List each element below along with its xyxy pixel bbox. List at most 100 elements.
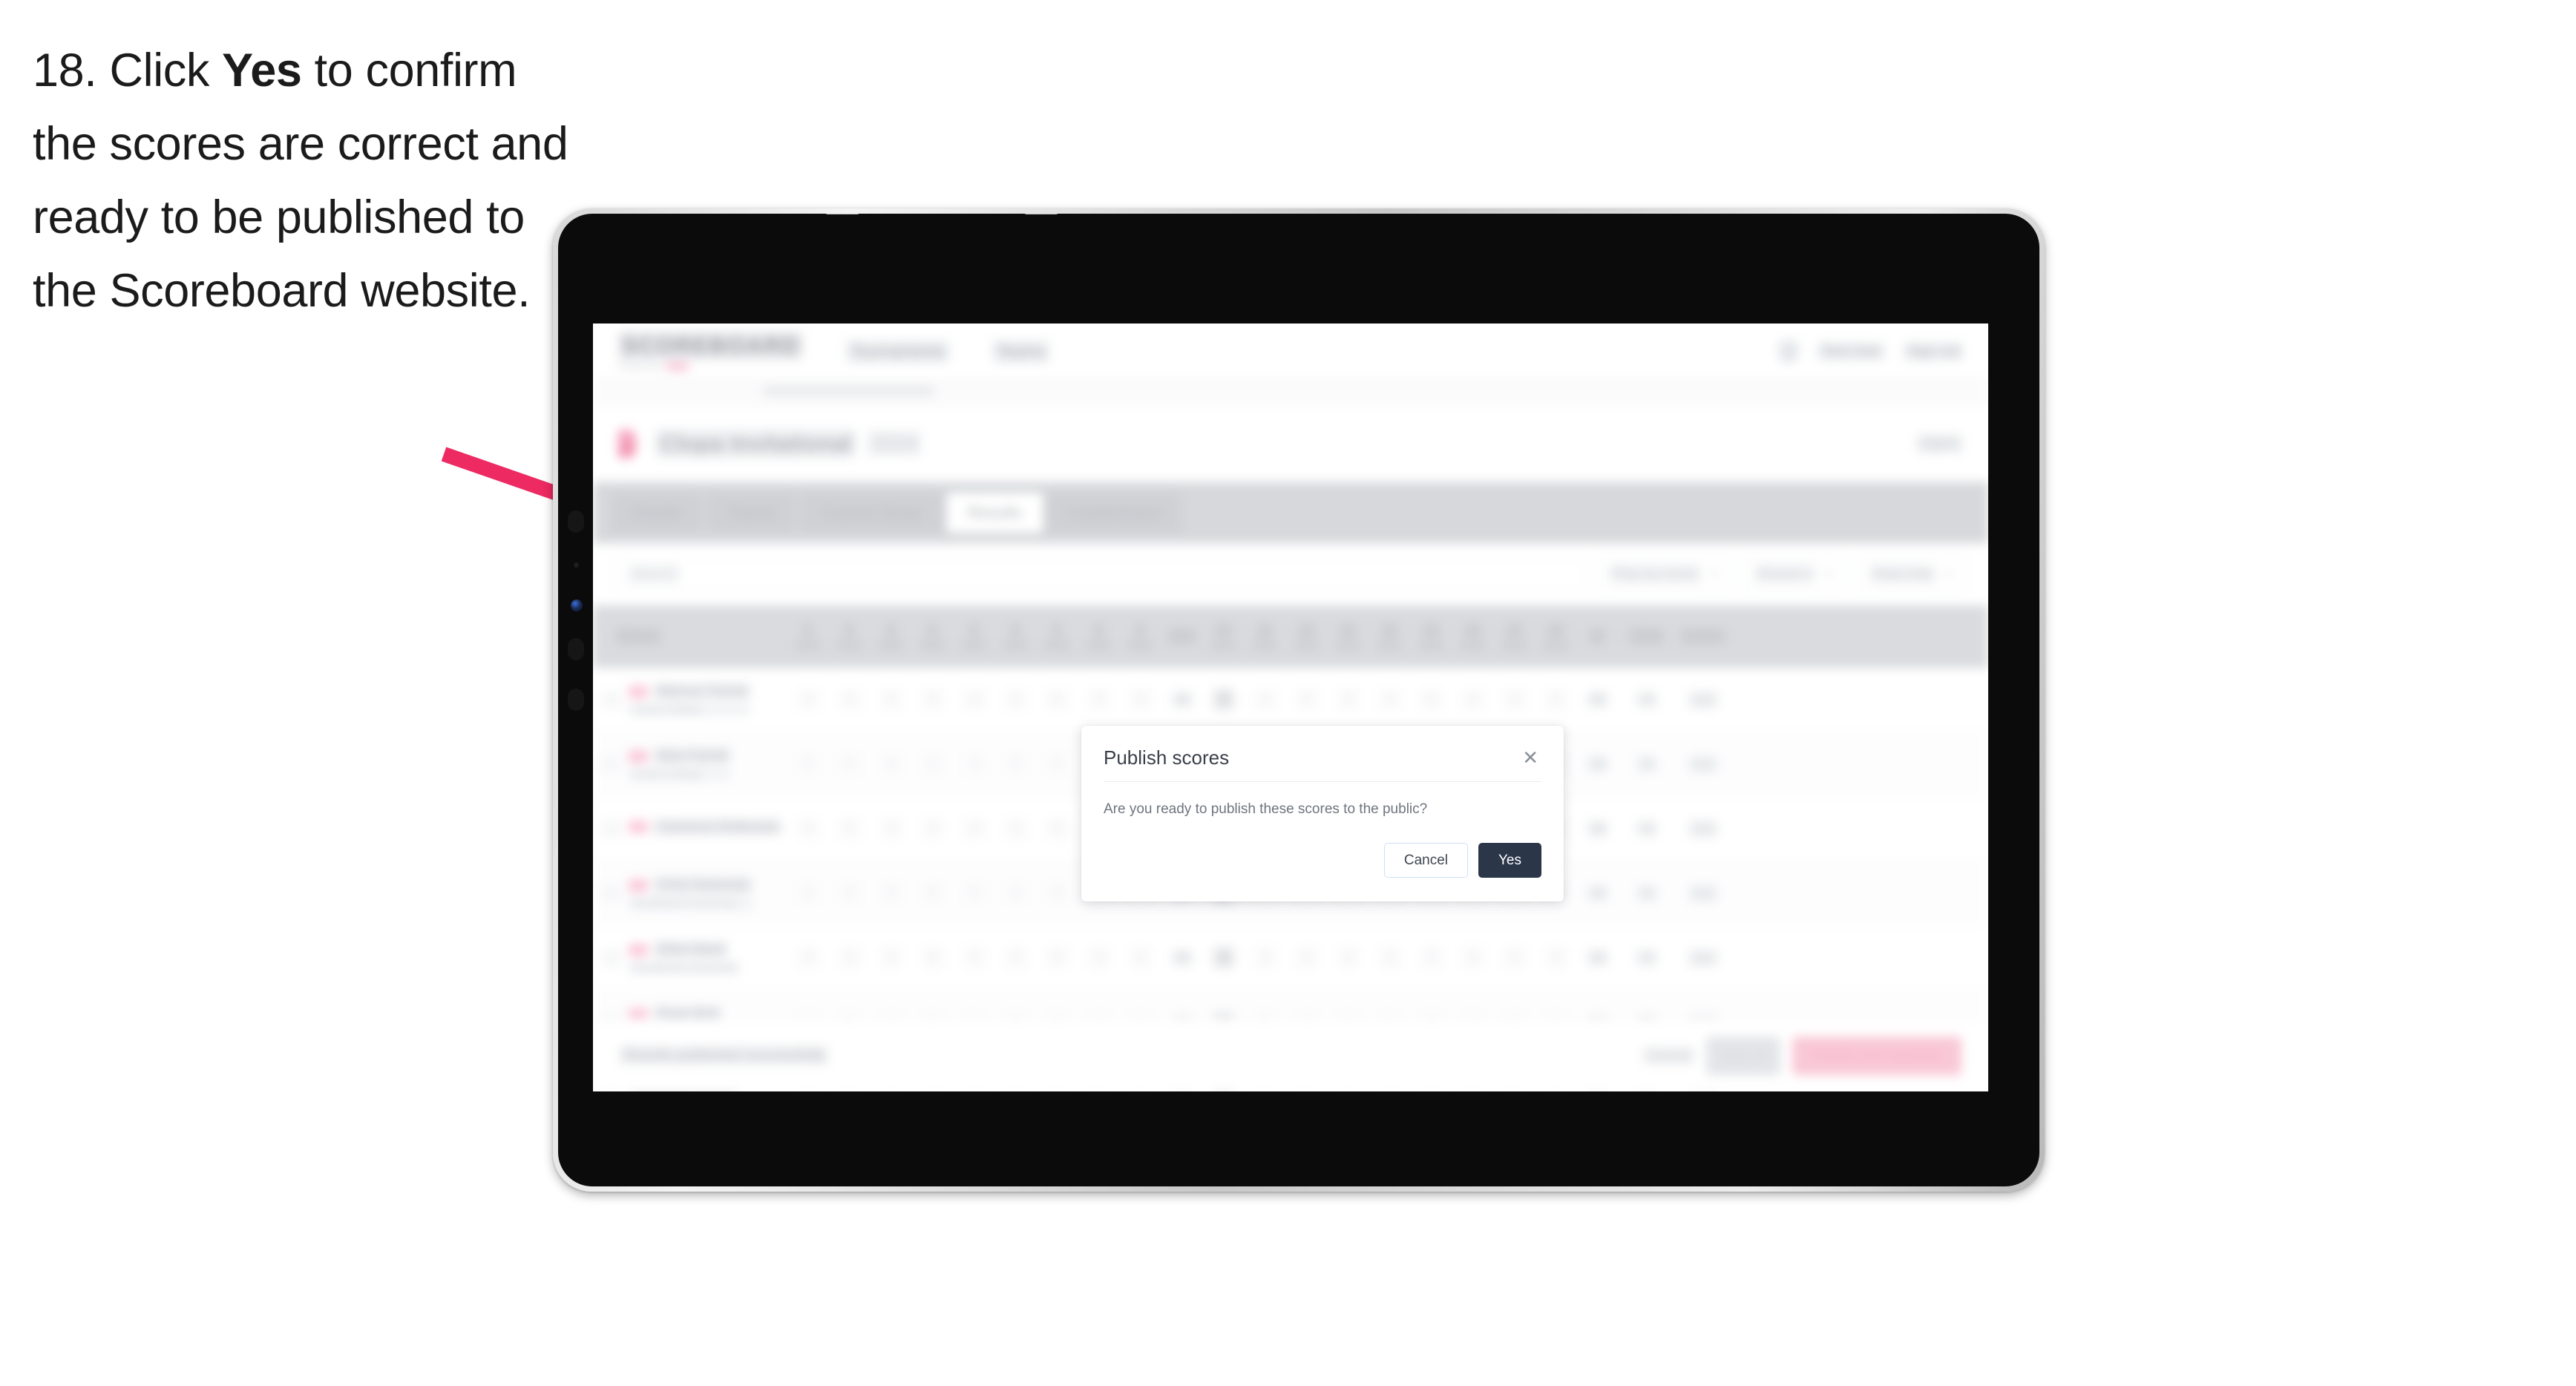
- row-action-cell[interactable]: Edit: [1675, 861, 1731, 925]
- score-cell[interactable]: 5: [787, 732, 829, 796]
- score-cell[interactable]: 3: [1120, 668, 1161, 732]
- row-checkbox[interactable]: [603, 950, 620, 966]
- score-cell[interactable]: 4: [787, 668, 829, 732]
- tab-course-setup[interactable]: Course Setup: [801, 493, 943, 533]
- score-cell[interactable]: 4: [871, 732, 912, 796]
- score-cell[interactable]: 5: [1286, 926, 1328, 990]
- nav-link-teams[interactable]: Teams: [992, 340, 1049, 363]
- score-cell[interactable]: 4: [912, 797, 954, 861]
- save-all-button[interactable]: Save all: [1705, 1036, 1780, 1075]
- score-cell[interactable]: 4: [1037, 732, 1078, 796]
- score-cell[interactable]: 5: [1286, 668, 1328, 732]
- score-cell[interactable]: 3: [829, 926, 871, 990]
- score-cell[interactable]: 4: [995, 668, 1037, 732]
- score-cell[interactable]: 3: [1536, 926, 1577, 990]
- publish-unpublish-button[interactable]: Publish and unpublish: [1792, 1036, 1962, 1075]
- score-cell[interactable]: 4: [1536, 668, 1577, 732]
- row-checkbox[interactable]: [603, 756, 620, 772]
- score-cell[interactable]: 5: [829, 797, 871, 861]
- score-cell[interactable]: 4: [1328, 926, 1369, 990]
- row-action-cell[interactable]: Edit: [1675, 668, 1731, 732]
- score-cell[interactable]: 5: [871, 861, 912, 925]
- score-cell[interactable]: 5: [1411, 668, 1452, 732]
- country-flag-icon: [629, 878, 648, 892]
- tab-teams[interactable]: Teams: [707, 493, 797, 533]
- tab-leaderboard[interactable]: Leaderboard: [1046, 493, 1182, 533]
- filter-play-by-score[interactable]: Play by score: [1596, 556, 1731, 592]
- row-checkbox[interactable]: [603, 821, 620, 837]
- score-cell[interactable]: 3: [871, 797, 912, 861]
- score-cell[interactable]: 5: [1037, 926, 1078, 990]
- tab-details[interactable]: Details: [611, 493, 703, 533]
- score-cell[interactable]: 3: [787, 861, 829, 925]
- row-checkbox[interactable]: [603, 885, 620, 901]
- filter-round[interactable]: Round 1: [1741, 556, 1846, 592]
- score-cell[interactable]: 4: [1369, 668, 1411, 732]
- filter-total-only[interactable]: Total only: [1855, 556, 1966, 592]
- score-cell[interactable]: 4: [1078, 668, 1120, 732]
- score-cell[interactable]: 5: [1037, 797, 1078, 861]
- cancel-button[interactable]: Cancel: [1383, 843, 1468, 878]
- row-action-cell[interactable]: Edit: [1675, 732, 1731, 796]
- score-cell[interactable]: 4: [1245, 668, 1286, 732]
- tab-results[interactable]: Results: [946, 493, 1043, 533]
- score-cell[interactable]: 3: [912, 732, 954, 796]
- table-header-hole-15: 15 Par 4: [1411, 605, 1452, 668]
- table-header-hole-1: 1 Par 4: [787, 605, 829, 668]
- score-cell[interactable]: 4: [829, 861, 871, 925]
- score-cell[interactable]: 36: [1203, 668, 1245, 732]
- user-avatar-icon[interactable]: [1779, 340, 1799, 363]
- speaker-icon: [568, 510, 584, 533]
- sign-out-link[interactable]: Sign out: [1904, 342, 1963, 361]
- score-cell[interactable]: 4: [954, 797, 995, 861]
- score-cell[interactable]: 5: [912, 926, 954, 990]
- table-header-hole-11: 11 Par 4: [1245, 605, 1286, 668]
- score-cell[interactable]: 4: [954, 732, 995, 796]
- score-cell[interactable]: 4: [871, 926, 912, 990]
- search-input[interactable]: Search: [615, 557, 1586, 591]
- score-cell[interactable]: 5: [1494, 926, 1536, 990]
- score-cell[interactable]: 3: [1328, 668, 1369, 732]
- table-row[interactable]: Elliot Ward Southbank University 4 3 4 5 4 4 5 3 4…: [593, 926, 1988, 991]
- score-cell[interactable]: 5: [995, 732, 1037, 796]
- breadcrumb[interactable]: [593, 380, 1988, 405]
- table-header-player[interactable]: Player: [593, 605, 787, 668]
- score-cell[interactable]: 4: [1120, 926, 1161, 990]
- table-header-hole-9: 9 Par 4: [1120, 605, 1161, 668]
- score-cell[interactable]: 3: [1494, 668, 1536, 732]
- score-cell[interactable]: 5: [1037, 668, 1078, 732]
- row-action-cell[interactable]: Edit: [1675, 926, 1731, 990]
- score-cell[interactable]: 4: [829, 732, 871, 796]
- score-cell[interactable]: 4: [1411, 926, 1452, 990]
- close-icon[interactable]: ✕: [1519, 746, 1541, 767]
- score-cell[interactable]: 4: [912, 861, 954, 925]
- nav-link-tournaments[interactable]: Tournaments: [845, 340, 950, 363]
- score-cell[interactable]: 4: [954, 926, 995, 990]
- score-cell[interactable]: 3: [954, 668, 995, 732]
- score-cell[interactable]: 3: [1037, 861, 1078, 925]
- score-cell[interactable]: 4: [787, 926, 829, 990]
- score-cell[interactable]: 5: [871, 668, 912, 732]
- score-cell[interactable]: 4: [995, 926, 1037, 990]
- score-cell[interactable]: 4: [787, 797, 829, 861]
- score-cell[interactable]: 4: [1245, 926, 1286, 990]
- tab-bar: Details Teams Course Setup Results Leade…: [593, 482, 1988, 543]
- score-cell[interactable]: 4: [1452, 668, 1494, 732]
- score-cell[interactable]: 3: [829, 668, 871, 732]
- row-checkbox[interactable]: [603, 692, 620, 708]
- brand-block[interactable]: SCOREBOARD Powered by TAG: [618, 332, 803, 371]
- table-row[interactable]: Marcus Turner Coast College 4 3 5 4 3 4 5 4 3 36 36 4…: [593, 668, 1988, 732]
- top-navigation-bar: SCOREBOARD Powered by TAG Tournaments Te…: [593, 323, 1988, 380]
- chevron-down-icon: [1823, 571, 1833, 577]
- score-cell[interactable]: 3: [1369, 926, 1411, 990]
- yes-button[interactable]: Yes: [1478, 843, 1541, 878]
- score-cell[interactable]: 4: [995, 861, 1037, 925]
- score-cell[interactable]: 3: [1078, 926, 1120, 990]
- footer-cancel-link[interactable]: Cancel: [1642, 1046, 1694, 1065]
- score-cell[interactable]: 36: [1203, 926, 1245, 990]
- score-cell[interactable]: 3: [995, 797, 1037, 861]
- score-cell[interactable]: 5: [954, 861, 995, 925]
- row-action-cell[interactable]: Edit: [1675, 797, 1731, 861]
- score-cell[interactable]: 4: [1452, 926, 1494, 990]
- score-cell[interactable]: 4: [912, 668, 954, 732]
